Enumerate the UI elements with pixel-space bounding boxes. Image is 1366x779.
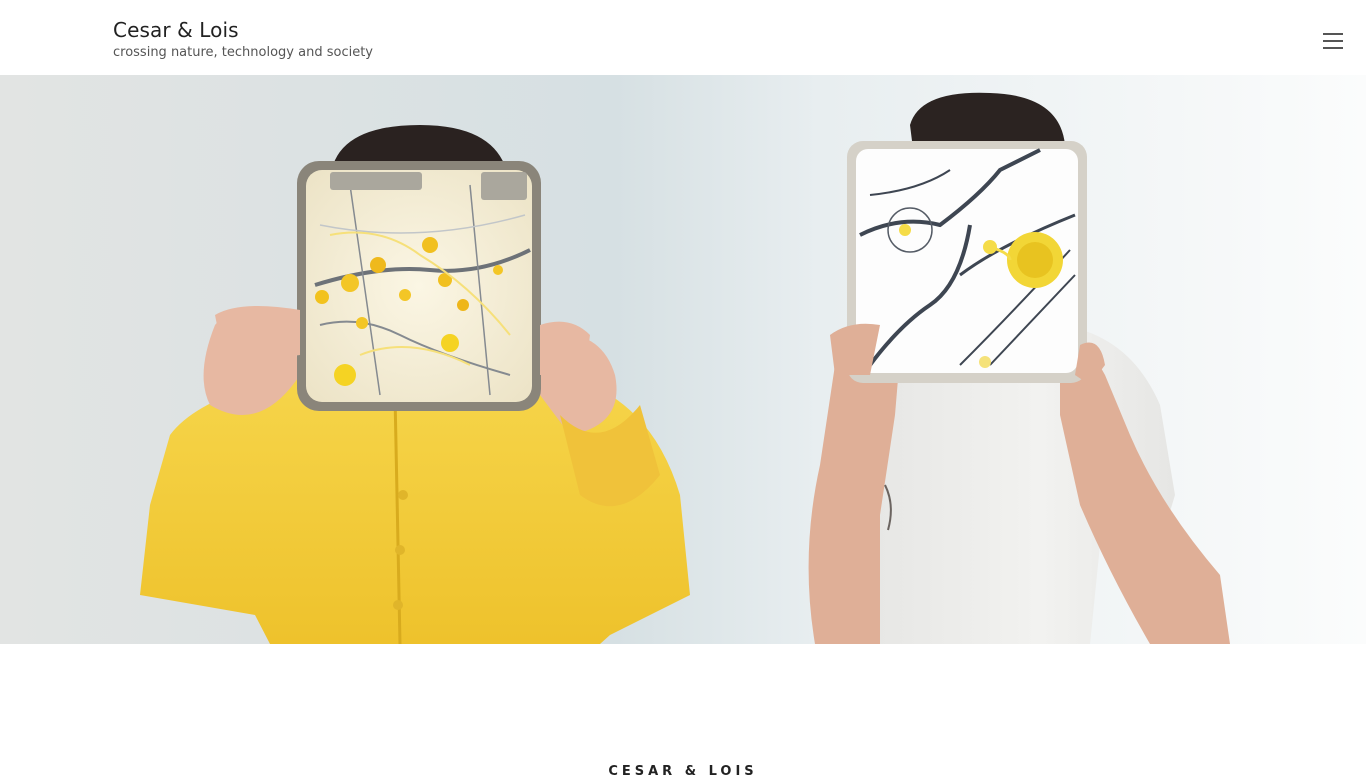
menu-bar-top bbox=[1323, 33, 1343, 35]
section-heading: CESAR & LOIS bbox=[608, 763, 758, 779]
site-title-link[interactable]: Cesar & Lois bbox=[113, 17, 373, 43]
site-header: Cesar & Lois crossing nature, technology… bbox=[0, 0, 1366, 75]
menu-bar-middle bbox=[1323, 40, 1343, 42]
hero-illustration bbox=[0, 75, 1366, 644]
hero-image bbox=[0, 75, 1366, 644]
menu-bar-bottom bbox=[1323, 47, 1343, 49]
hamburger-menu-icon[interactable] bbox=[1323, 33, 1343, 49]
site-tagline: crossing nature, technology and society bbox=[113, 45, 373, 60]
site-branding: Cesar & Lois crossing nature, technology… bbox=[113, 17, 373, 61]
